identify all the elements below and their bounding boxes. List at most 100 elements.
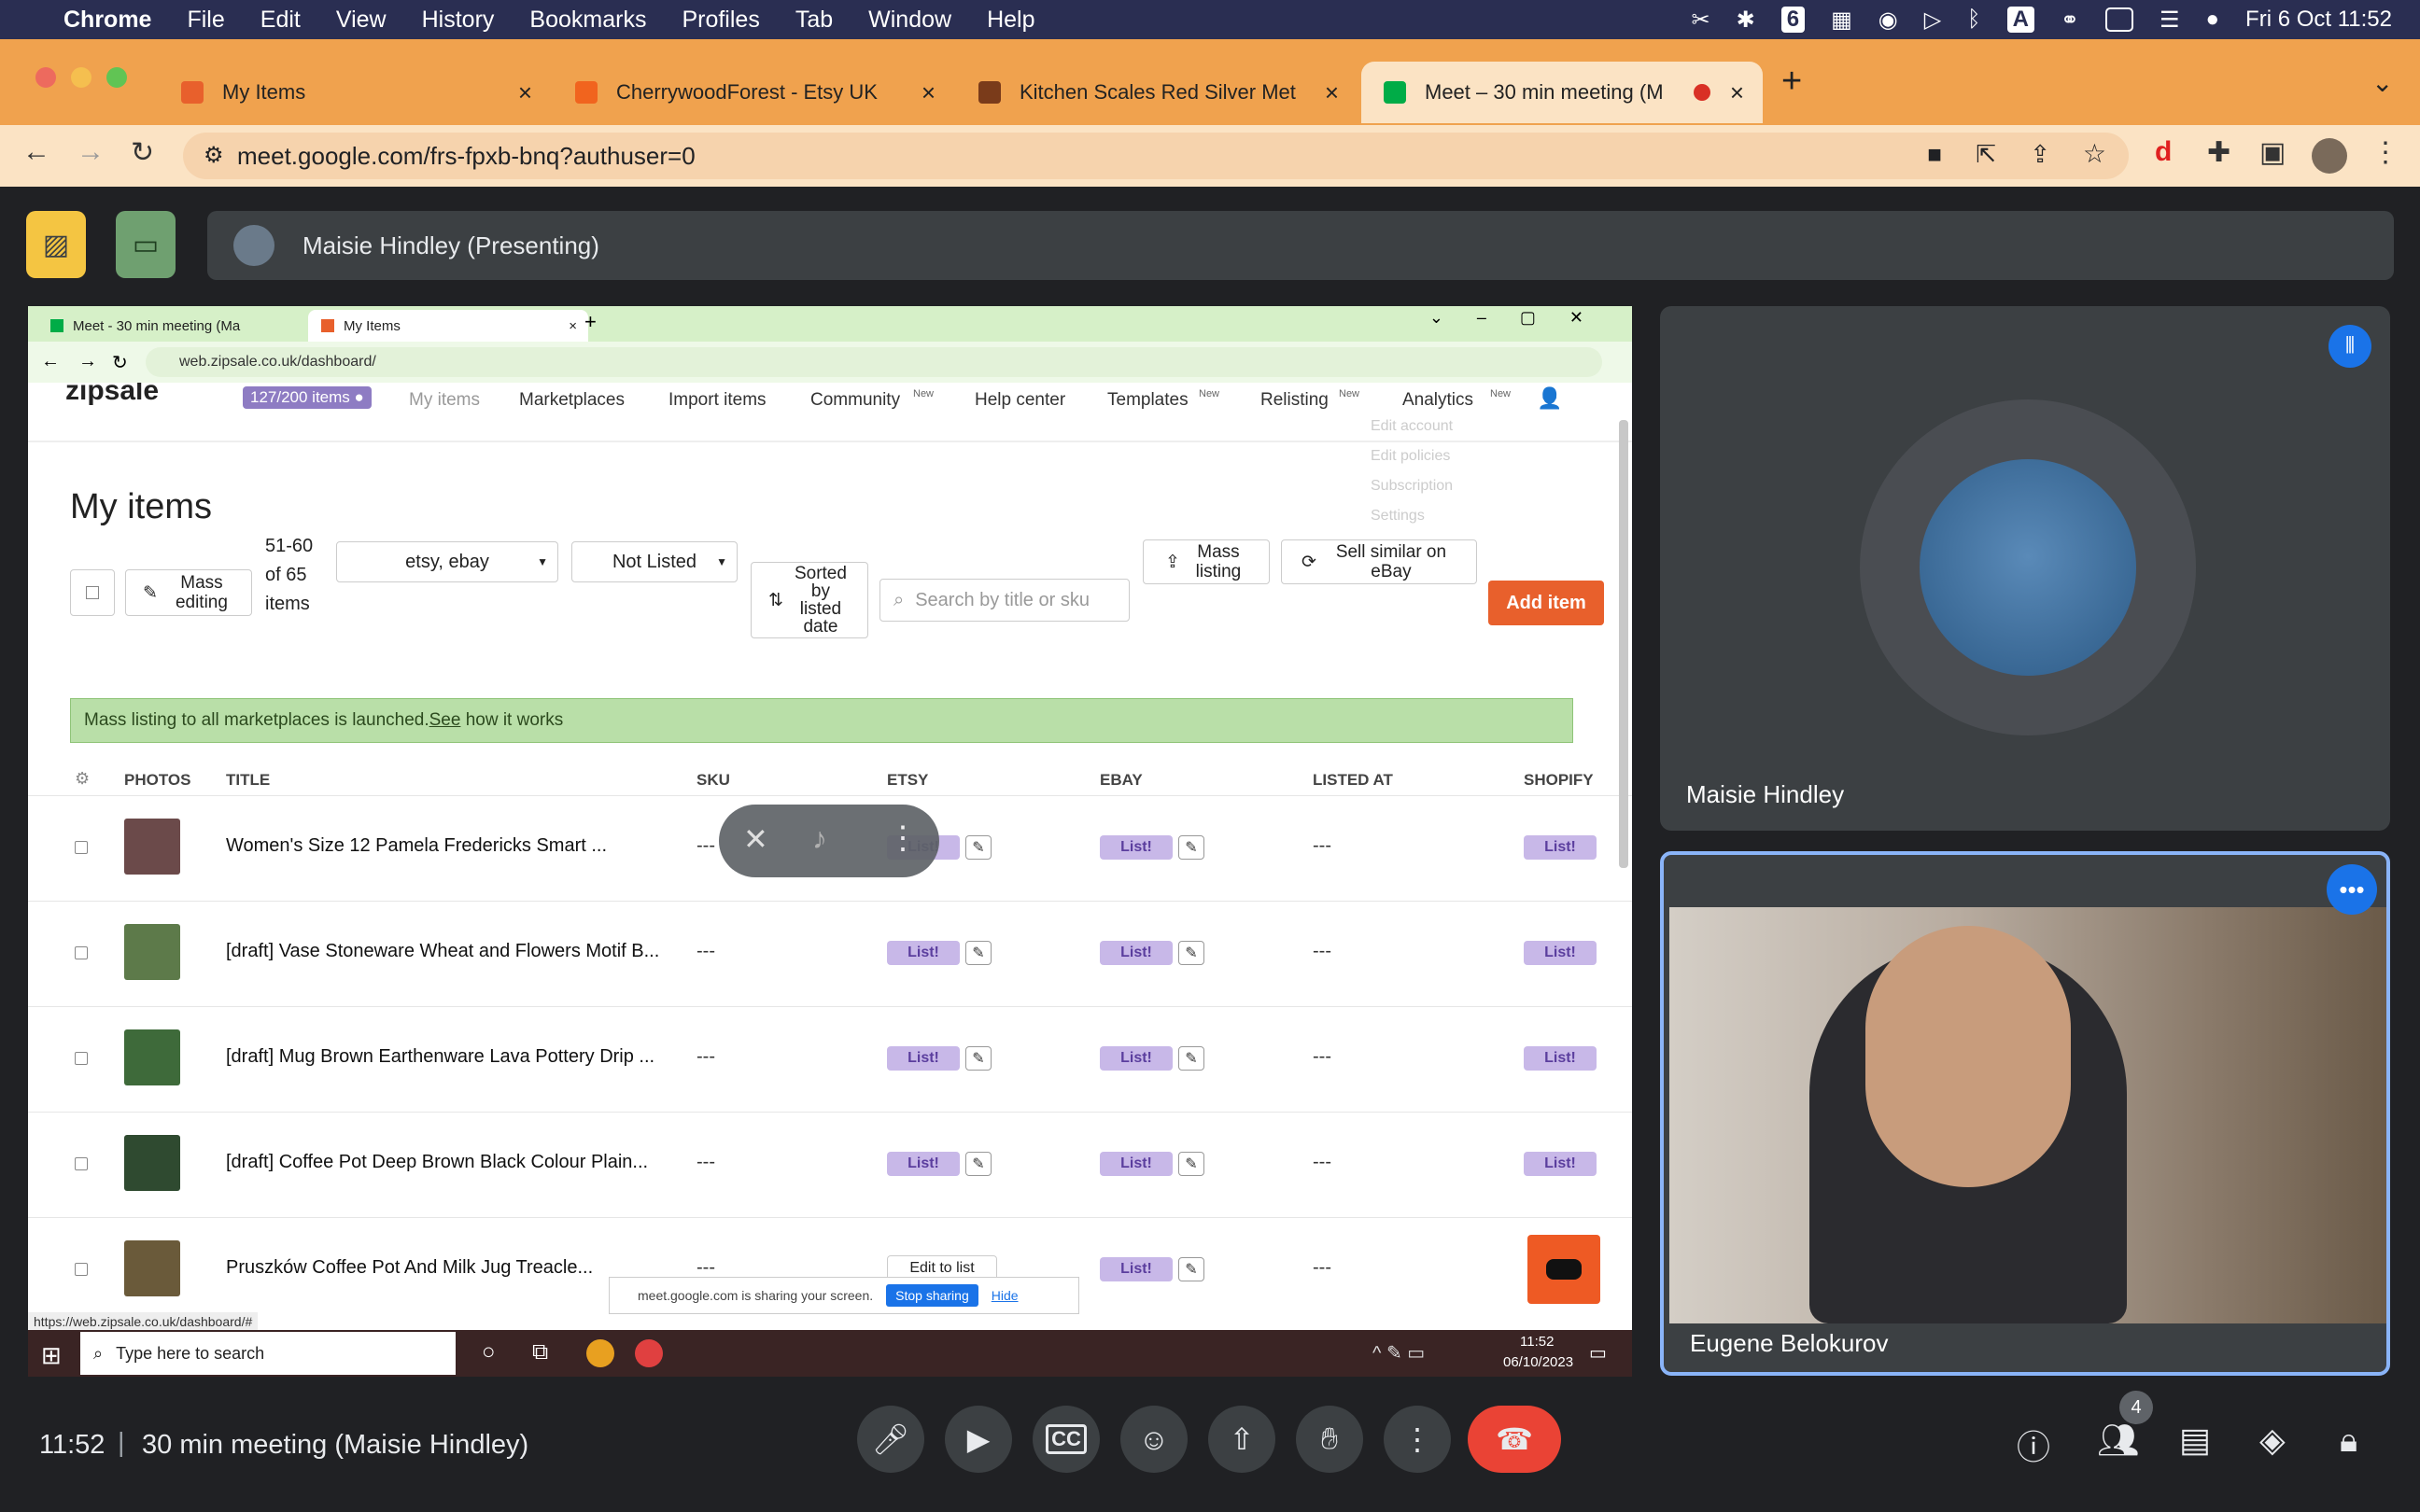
tab-search-chevron-icon[interactable]: ⌄ xyxy=(2371,67,2393,98)
more-options-icon[interactable]: ••• xyxy=(2327,864,2377,915)
battery-icon[interactable] xyxy=(2105,7,2134,32)
close-tab-icon[interactable]: × xyxy=(1325,78,1339,107)
close-tab-icon[interactable]: × xyxy=(922,78,936,107)
sort-button: ⇅ Sorted by listed date xyxy=(751,562,868,638)
menu-app-name[interactable]: Chrome xyxy=(63,7,151,34)
meeting-info-icon[interactable]: ⓘ xyxy=(2017,1421,2050,1469)
items-count-badge: 127/200 items ● xyxy=(243,386,372,409)
host-controls-icon[interactable]: 🔒︎ xyxy=(2340,1421,2357,1461)
grammarly-icon[interactable]: ◉ xyxy=(1878,7,1898,34)
people-icon[interactable]: 👥︎ xyxy=(2097,1421,2140,1460)
play-icon[interactable]: ▷ xyxy=(1924,7,1941,34)
close-tab-icon[interactable]: × xyxy=(1730,78,1744,107)
sort-icon: ⇅ xyxy=(768,590,783,610)
menu-bookmarks[interactable]: Bookmarks xyxy=(529,7,646,34)
profile-avatar[interactable] xyxy=(2312,138,2347,174)
bookmark-star-icon[interactable]: ☆ xyxy=(2083,138,2106,169)
close-tab-icon[interactable]: × xyxy=(518,78,532,107)
chat-icon[interactable]: ▤ xyxy=(2179,1421,2211,1460)
pin-off-icon[interactable]: ✕ xyxy=(743,821,768,857)
mass-listing-button: ⇪ Mass listing xyxy=(1143,539,1270,584)
bluetooth-icon[interactable]: ᛒ xyxy=(1967,7,1980,33)
more-options-button[interactable]: ⋮ xyxy=(1384,1406,1451,1473)
dropdown-edit-account: Edit account xyxy=(1371,418,1454,434)
item-title: Pruszków Coffee Pot And Milk Jug Treacle… xyxy=(226,1257,594,1278)
add-item-button: Add item xyxy=(1488,581,1604,625)
reload-icon[interactable]: ↻ xyxy=(131,136,154,169)
control-center-icon[interactable]: ☰ xyxy=(2160,7,2180,34)
user-icon: 👤 xyxy=(1537,386,1563,410)
chrome-menu-icon[interactable]: ⋮ xyxy=(2371,136,2399,169)
camera-button[interactable]: ▶ xyxy=(945,1406,1012,1473)
col-ebay: EBAY xyxy=(1100,771,1143,789)
input-source-icon[interactable]: A xyxy=(2006,7,2034,33)
menu-file[interactable]: File xyxy=(187,7,224,34)
participant-tile-active[interactable]: ••• Eugene Belokurov xyxy=(1660,851,2390,1376)
minimize-window-icon[interactable] xyxy=(71,67,91,88)
more-options-icon[interactable]: ⋮ xyxy=(887,819,919,857)
close-window-icon[interactable] xyxy=(35,67,56,88)
captions-button[interactable]: CC xyxy=(1033,1406,1100,1473)
row-checkbox xyxy=(75,1052,88,1065)
menu-edit[interactable]: Edit xyxy=(260,7,301,34)
raise-hand-button[interactable]: ✋︎ xyxy=(1296,1406,1363,1473)
edit-icon: ✎ xyxy=(1178,941,1204,965)
grid-icon[interactable]: ▦ xyxy=(1831,7,1852,34)
new-tab-button[interactable]: + xyxy=(1781,62,1802,102)
site-info-icon[interactable]: ⚙ xyxy=(204,142,224,169)
meet-hover-controls[interactable]: ✕ ♪ ⋮ xyxy=(719,805,939,877)
leave-call-button[interactable]: ☎ xyxy=(1468,1406,1561,1473)
column-settings-icon: ⚙ xyxy=(75,769,91,788)
extensions-puzzle-icon[interactable]: ✚ xyxy=(2207,136,2230,169)
reload-icon: ↻ xyxy=(112,353,128,373)
etsy-favicon-icon xyxy=(575,81,598,104)
side-panel-icon[interactable]: ▣ xyxy=(2259,136,2286,169)
new-tag: New xyxy=(913,388,935,399)
menu-tab[interactable]: Tab xyxy=(795,7,833,34)
banner-suffix: how it works xyxy=(460,710,564,730)
meet-favicon-icon xyxy=(1384,81,1406,104)
forward-icon[interactable]: → xyxy=(77,136,105,168)
presentation-layout-button[interactable]: ▭ xyxy=(116,211,176,278)
menu-window[interactable]: Window xyxy=(868,7,951,34)
participant-video xyxy=(1669,907,2386,1323)
bluetooth-status-icon[interactable]: ✱ xyxy=(1737,7,1755,34)
task-view-icon: ⧉ xyxy=(532,1339,549,1365)
tab-etsy[interactable]: CherrywoodForest - Etsy UK × xyxy=(553,62,954,123)
siri-icon[interactable]: ● xyxy=(2206,7,2220,33)
calendar-badge-icon[interactable]: 6 xyxy=(1780,7,1806,33)
listed-at: --- xyxy=(1313,1152,1331,1172)
item-title: [draft] Coffee Pot Deep Brown Black Colo… xyxy=(226,1152,649,1172)
open-external-icon[interactable]: ⇱ xyxy=(1976,140,1996,169)
menubar-clock[interactable]: Fri 6 Oct 11:52 xyxy=(2245,7,2392,33)
maximize-window-icon[interactable] xyxy=(106,67,127,88)
tab-my-items[interactable]: My Items × xyxy=(159,62,551,123)
reactions-button[interactable]: ☺ xyxy=(1120,1406,1188,1473)
present-button[interactable]: ⇧ xyxy=(1208,1406,1275,1473)
link-icon[interactable]: ⚭ xyxy=(2061,7,2079,34)
nav-divider xyxy=(28,441,1632,442)
back-icon[interactable]: ← xyxy=(22,136,50,168)
item-title: [draft] Vase Stoneware Wheat and Flowers… xyxy=(226,941,660,961)
tab-meet[interactable]: Meet – 30 min meeting (M × xyxy=(1361,62,1763,123)
captions-icon: CC xyxy=(1046,1424,1087,1454)
chrome-taskbar-icon xyxy=(586,1339,614,1367)
address-bar[interactable]: ⚙ meet.google.com/frs-fpxb-bnq?authuser=… xyxy=(183,133,2129,179)
share-icon[interactable]: ⇪ xyxy=(2030,140,2050,169)
tab-kitchen-scales[interactable]: Kitchen Scales Red Silver Met × xyxy=(956,62,1358,123)
activities-icon[interactable]: ◈ xyxy=(2259,1421,2286,1460)
scissors-icon[interactable]: ✂ xyxy=(1691,7,1709,34)
extension-d-icon[interactable]: d xyxy=(2155,136,2172,168)
participant-tile[interactable]: ⦀ Maisie Hindley xyxy=(1660,306,2390,831)
menu-view[interactable]: View xyxy=(336,7,387,34)
menu-help[interactable]: Help xyxy=(987,7,1034,34)
edit-icon: ✎ xyxy=(143,582,158,603)
stop-presenting-button[interactable]: ▨ xyxy=(26,211,86,278)
mute-icon[interactable]: ♪ xyxy=(812,821,827,856)
camera-icon[interactable]: ■ xyxy=(1927,140,1942,169)
devices-icon: ▭ xyxy=(132,229,160,260)
menu-profiles[interactable]: Profiles xyxy=(682,7,759,34)
menu-history[interactable]: History xyxy=(422,7,495,34)
microphone-button[interactable]: 🎤︎ xyxy=(857,1406,924,1473)
shared-tab-my-items: My Items × xyxy=(308,310,588,342)
